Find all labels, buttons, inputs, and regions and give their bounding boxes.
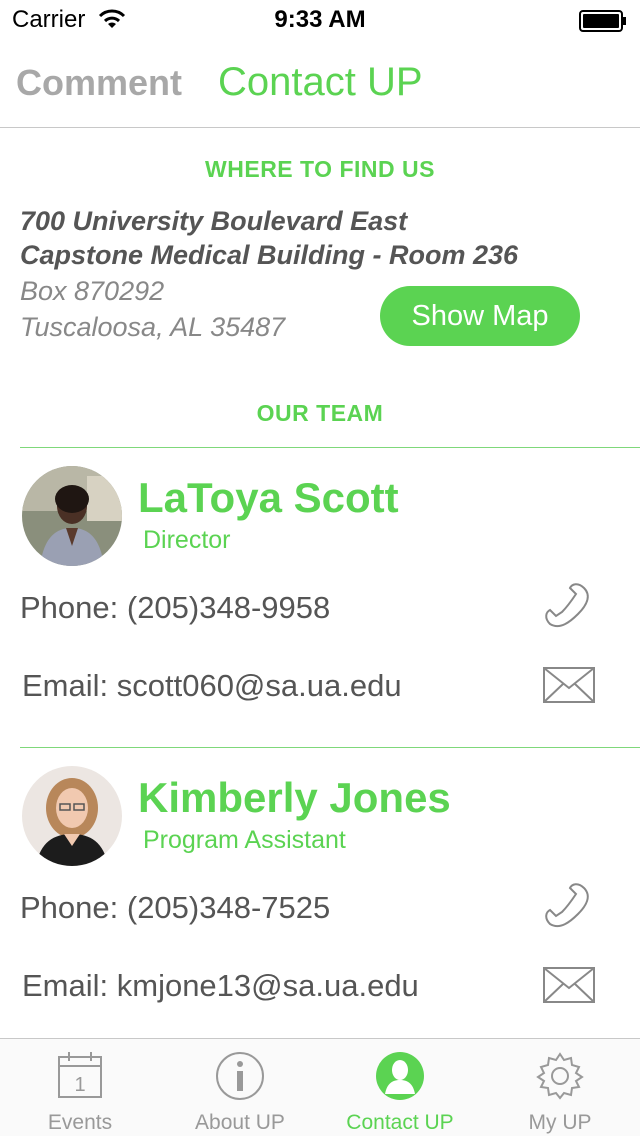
member-name: LaToya Scott [138,474,399,521]
phone-icon[interactable] [542,882,596,932]
address-line-2: Capstone Medical Building - Room 236 [20,240,519,270]
tab-about-up[interactable]: About UP [160,1039,320,1136]
top-nav: Comment Contact UP [0,40,640,128]
show-map-button[interactable]: Show Map [380,286,580,346]
battery-icon [579,10,626,32]
mail-icon[interactable] [542,962,596,1012]
tab-comment[interactable]: Comment [16,62,182,104]
status-bar: Carrier 9:33 AM [0,0,640,40]
avatar-latoya-scott [22,466,122,566]
member-role: Program Assistant [143,826,346,854]
tab-bar: 1 Events About UP Contact UP My UP [0,1038,640,1136]
calendar-icon: 1 [58,1052,102,1098]
address-line-3: Box 870292 [20,276,165,306]
member-name: Kimberly Jones [138,774,451,821]
avatar-kimberly-jones [22,766,122,866]
where-to-find-us-heading: WHERE TO FIND US [205,156,435,182]
tab-label: Contact UP [346,1111,454,1134]
tab-label: Events [47,1111,113,1134]
divider [20,447,640,448]
tab-label: My UP [528,1111,592,1134]
gear-icon [536,1052,584,1100]
tab-events[interactable]: 1 Events [0,1039,160,1136]
calendar-day: 1 [74,1074,85,1096]
tab-my-up[interactable]: My UP [480,1039,640,1136]
address-line-4: Tuscaloosa, AL 35487 [20,312,286,342]
email-address[interactable]: Email: kmjone13@sa.ua.edu [22,968,419,1004]
info-icon [216,1052,264,1100]
divider [20,747,640,748]
mail-icon[interactable] [542,662,596,712]
tab-contact-up[interactable]: Contact UP [218,60,423,105]
phone-number[interactable]: Phone: (205)348-7525 [20,890,330,926]
email-address[interactable]: Email: scott060@sa.ua.edu [22,668,402,704]
phone-icon[interactable] [542,582,596,632]
our-team-heading: OUR TEAM [256,400,384,426]
status-time: 9:33 AM [274,6,366,33]
tab-contact-up-bottom[interactable]: Contact UP [320,1039,480,1136]
person-icon [376,1052,424,1100]
phone-number[interactable]: Phone: (205)348-9958 [20,590,330,626]
member-role: Director [143,526,231,554]
tab-label: About UP [195,1111,285,1134]
address-line-1: 700 University Boulevard East [20,206,408,236]
